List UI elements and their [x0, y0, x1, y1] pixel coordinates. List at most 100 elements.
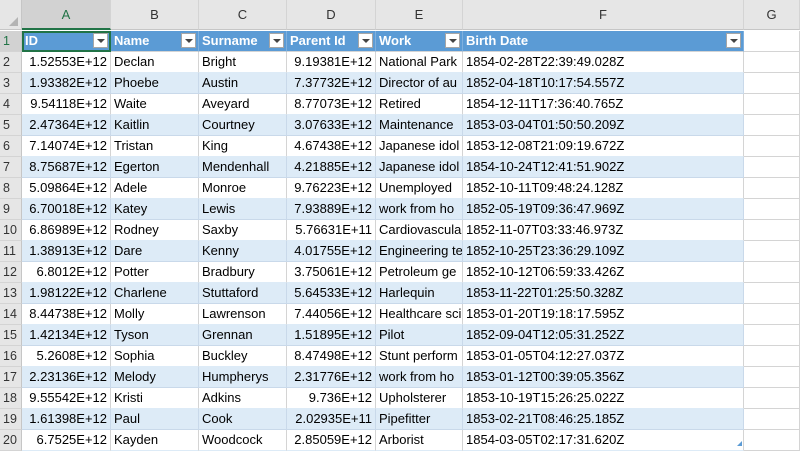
header-cell-work[interactable]: Work — [376, 31, 463, 52]
table-cell[interactable]: 7.44056E+12 — [287, 304, 376, 325]
table-cell[interactable]: Maintenance — [376, 115, 463, 136]
empty-cell[interactable] — [744, 241, 800, 262]
column-header-e[interactable]: E — [376, 0, 463, 30]
table-cell[interactable]: Sophia — [111, 346, 199, 367]
row-header-15[interactable]: 15 — [0, 325, 22, 346]
row-header-6[interactable]: 6 — [0, 136, 22, 157]
table-cell[interactable]: Egerton — [111, 157, 199, 178]
table-cell[interactable]: Declan — [111, 52, 199, 73]
table-cell[interactable]: 2.02935E+11 — [287, 409, 376, 430]
table-cell[interactable]: 6.7525E+12 — [22, 430, 111, 451]
table-cell[interactable]: 5.64533E+12 — [287, 283, 376, 304]
table-cell[interactable]: 9.19381E+12 — [287, 52, 376, 73]
table-cell[interactable]: King — [199, 136, 287, 157]
table-cell[interactable]: 7.93889E+12 — [287, 199, 376, 220]
table-cell[interactable]: Molly — [111, 304, 199, 325]
row-header-17[interactable]: 17 — [0, 367, 22, 388]
row-header-16[interactable]: 16 — [0, 346, 22, 367]
empty-cell[interactable] — [744, 346, 800, 367]
row-header-20[interactable]: 20 — [0, 430, 22, 451]
table-cell[interactable]: 1.42134E+12 — [22, 325, 111, 346]
table-cell[interactable]: Unemployed — [376, 178, 463, 199]
table-cell[interactable]: Pipefitter — [376, 409, 463, 430]
table-cell[interactable]: Adkins — [199, 388, 287, 409]
table-cell[interactable]: Tristan — [111, 136, 199, 157]
table-cell[interactable]: Kenny — [199, 241, 287, 262]
table-cell[interactable]: 1852-10-12T06:59:33.426Z — [463, 262, 744, 283]
empty-cell[interactable] — [744, 283, 800, 304]
empty-cell[interactable] — [744, 199, 800, 220]
table-cell[interactable]: Mendenhall — [199, 157, 287, 178]
empty-cell[interactable] — [744, 304, 800, 325]
row-header-4[interactable]: 4 — [0, 94, 22, 115]
table-cell[interactable]: 4.67438E+12 — [287, 136, 376, 157]
empty-cell[interactable] — [744, 178, 800, 199]
table-cell[interactable]: Melody — [111, 367, 199, 388]
table-cell[interactable]: Austin — [199, 73, 287, 94]
empty-cell[interactable] — [744, 157, 800, 178]
column-header-b[interactable]: B — [111, 0, 199, 30]
table-cell[interactable]: 2.85059E+12 — [287, 430, 376, 451]
table-cell[interactable]: Retired — [376, 94, 463, 115]
column-header-c[interactable]: C — [199, 0, 287, 30]
row-header-11[interactable]: 11 — [0, 241, 22, 262]
row-header-7[interactable]: 7 — [0, 157, 22, 178]
table-cell[interactable]: Director of au — [376, 73, 463, 94]
table-cell[interactable]: Buckley — [199, 346, 287, 367]
table-cell[interactable]: Woodcock — [199, 430, 287, 451]
table-cell[interactable]: Bright — [199, 52, 287, 73]
table-cell[interactable]: National Park — [376, 52, 463, 73]
row-header-9[interactable]: 9 — [0, 199, 22, 220]
table-cell[interactable]: Kaitlin — [111, 115, 199, 136]
table-cell[interactable]: Healthcare sci — [376, 304, 463, 325]
table-cell[interactable]: 9.55542E+12 — [22, 388, 111, 409]
table-cell[interactable]: 6.8012E+12 — [22, 262, 111, 283]
table-cell[interactable]: 1853-03-04T01:50:50.209Z — [463, 115, 744, 136]
table-cell[interactable]: 1854-10-24T12:41:51.902Z — [463, 157, 744, 178]
table-cell[interactable]: 9.736E+12 — [287, 388, 376, 409]
header-cell-parent-id[interactable]: Parent Id — [287, 31, 376, 52]
column-header-d[interactable]: D — [287, 0, 376, 30]
empty-cell[interactable] — [744, 220, 800, 241]
row-header-2[interactable]: 2 — [0, 52, 22, 73]
table-cell[interactable]: Aveyard — [199, 94, 287, 115]
table-cell[interactable]: 1853-01-05T04:12:27.037Z — [463, 346, 744, 367]
table-cell[interactable]: Katey — [111, 199, 199, 220]
table-cell[interactable]: 1854-03-05T02:17:31.620Z — [463, 430, 744, 451]
table-cell[interactable]: Stunt perform — [376, 346, 463, 367]
table-cell[interactable]: 1853-11-22T01:25:50.328Z — [463, 283, 744, 304]
empty-cell[interactable] — [744, 31, 800, 52]
table-cell[interactable]: 1854-12-11T17:36:40.765Z — [463, 94, 744, 115]
empty-cell[interactable] — [744, 367, 800, 388]
table-cell[interactable]: 3.75061E+12 — [287, 262, 376, 283]
table-cell[interactable]: Phoebe — [111, 73, 199, 94]
table-cell[interactable]: 6.70018E+12 — [22, 199, 111, 220]
table-cell[interactable]: Grennan — [199, 325, 287, 346]
row-header-1[interactable]: 1 — [0, 31, 22, 52]
table-cell[interactable]: 1.98122E+12 — [22, 283, 111, 304]
table-cell[interactable]: Saxby — [199, 220, 287, 241]
table-cell[interactable]: 1852-09-04T12:05:31.252Z — [463, 325, 744, 346]
table-cell[interactable]: Japanese idol — [376, 136, 463, 157]
column-header-a[interactable]: A — [22, 0, 111, 30]
table-cell[interactable]: Humpherys — [199, 367, 287, 388]
table-cell[interactable]: 8.75687E+12 — [22, 157, 111, 178]
column-header-f[interactable]: F — [463, 0, 744, 30]
filter-dropdown-icon[interactable] — [358, 33, 373, 48]
table-cell[interactable]: 6.86989E+12 — [22, 220, 111, 241]
spreadsheet-grid[interactable]: ABCDEFG 1 2 3 4 5 6 7 8 9 10 11 12 13 14 15 16 17 18 19 20 … — [0, 0, 800, 459]
table-cell[interactable]: Kayden — [111, 430, 199, 451]
table-cell[interactable]: Charlene — [111, 283, 199, 304]
table-cell[interactable]: 1852-05-19T09:36:47.969Z — [463, 199, 744, 220]
table-cell[interactable]: work from ho — [376, 367, 463, 388]
table-cell[interactable]: Paul — [111, 409, 199, 430]
table-cell[interactable]: Engineering te — [376, 241, 463, 262]
header-cell-birth-date[interactable]: Birth Date — [463, 31, 744, 52]
row-header-5[interactable]: 5 — [0, 115, 22, 136]
table-resize-handle-icon[interactable] — [737, 441, 742, 446]
table-cell[interactable]: 1.61398E+12 — [22, 409, 111, 430]
table-cell[interactable]: 5.2608E+12 — [22, 346, 111, 367]
table-cell[interactable]: 8.77073E+12 — [287, 94, 376, 115]
empty-cell[interactable] — [744, 262, 800, 283]
table-cell[interactable]: 1853-10-19T15:26:25.022Z — [463, 388, 744, 409]
